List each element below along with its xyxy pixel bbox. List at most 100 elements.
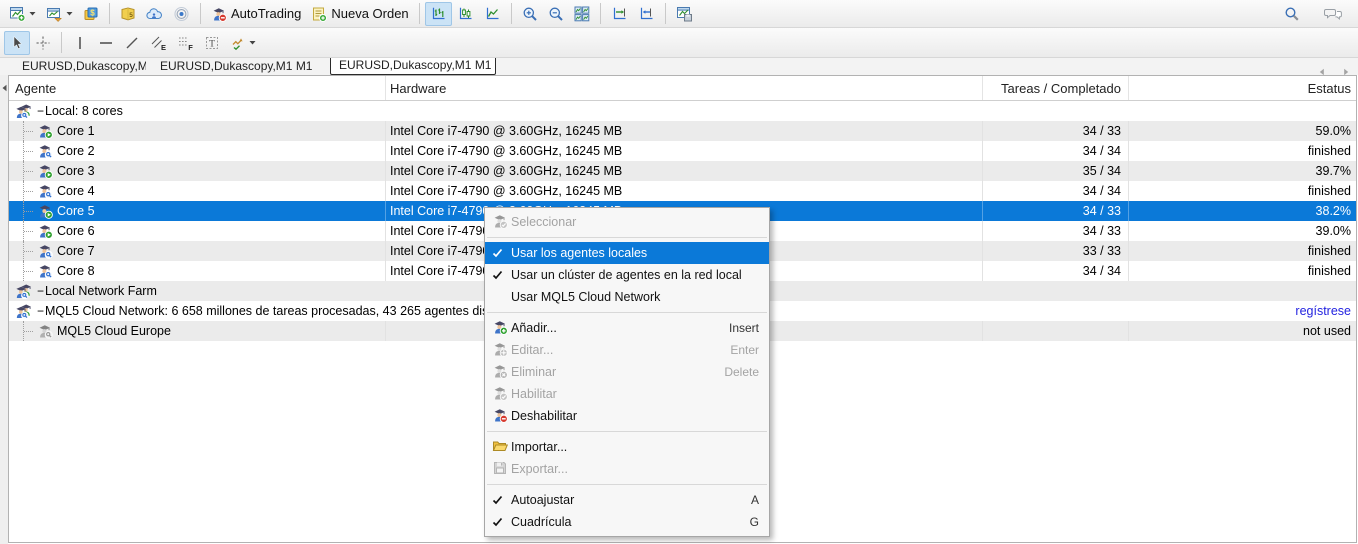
agent-row[interactable]: Core 2Intel Core i7-4790 @ 3.60GHz, 1624…: [9, 141, 1356, 161]
signals-button[interactable]: [168, 2, 195, 26]
tasks-text: 34 / 33: [1083, 224, 1121, 238]
agent-ready-icon: [37, 243, 53, 259]
chart-shift-button[interactable]: [633, 2, 660, 26]
agent-delete-icon: [492, 363, 508, 382]
tab-scroll-right-button[interactable]: [1342, 63, 1350, 75]
agent-row[interactable]: Core 1Intel Core i7-4790 @ 3.60GHz, 1624…: [9, 121, 1356, 141]
new-chart-button[interactable]: [4, 2, 41, 26]
tab-nav: [1302, 63, 1350, 75]
menu-item-label: Cuadrícula: [511, 515, 738, 529]
group-label: Local Network Farm: [45, 284, 157, 298]
status-text: 38.2%: [1316, 204, 1351, 218]
column-header[interactable]: Agente: [9, 76, 386, 100]
chart-candles-button[interactable]: [452, 2, 479, 26]
mql5-community-button[interactable]: 5: [115, 2, 141, 26]
menu-item-label: Usar un clúster de agentes en la red loc…: [511, 268, 759, 282]
tab-scroll-left-button[interactable]: [1318, 63, 1326, 75]
fibonacci-button[interactable]: F: [172, 31, 199, 55]
vertical-line-button[interactable]: [67, 31, 93, 55]
panel-collapse-button[interactable]: [1, 79, 8, 97]
collapse-indicator[interactable]: −: [37, 284, 44, 298]
agent-label: Core 3: [57, 164, 95, 178]
status-cell: finished: [1129, 261, 1356, 281]
chart-tab[interactable]: EURUSD,Dukascopy,M1 M1: [152, 58, 324, 75]
hardware-cell: Intel Core i7-4790 @ 3.60GHz, 16245 MB: [386, 161, 983, 181]
toolbar-right: [1265, 2, 1358, 26]
hardware-cell: Intel Core i7-4790 @ 3.60GHz, 16245 MB: [386, 141, 983, 161]
menu-item-label: Deshabilitar: [511, 409, 759, 423]
chart-shift-icon: [638, 6, 655, 22]
menu-item-usar-los-agentes-locales[interactable]: Usar los agentes locales: [485, 242, 769, 264]
register-link[interactable]: regístrese: [1295, 304, 1351, 318]
search-button[interactable]: [1279, 2, 1305, 26]
tasks-text: 34 / 33: [1083, 204, 1121, 218]
zoom-out-button[interactable]: [543, 2, 569, 26]
agent-disabled-icon: [37, 323, 53, 339]
cursor-icon: [9, 35, 25, 51]
profiles-button[interactable]: [41, 2, 78, 26]
chart-tab[interactable]: EURUSD,Dukascopy,M1 M1: [14, 58, 146, 75]
tree-line: [23, 121, 35, 141]
chart-tab[interactable]: EURUSD,Dukascopy,M1 M1: [330, 58, 496, 75]
tasks-text: 35 / 34: [1083, 164, 1121, 178]
agent-row[interactable]: Core 3 Intel Core i7-4790 @ 3.60GHz, 1624…: [9, 161, 1356, 181]
menu-item-usar-mql5-cloud-network[interactable]: Usar MQL5 Cloud Network: [485, 286, 769, 308]
floppy-icon: [492, 460, 508, 479]
agent-select-icon: [492, 213, 508, 232]
chart-line-button[interactable]: [479, 2, 506, 26]
chat-button[interactable]: [1319, 2, 1348, 26]
hardware-text: Intel Core i7-4790 @ 3.60GHz, 16245 MB: [390, 144, 622, 158]
menu-item-cuadricula[interactable]: Cuadrícula G: [485, 511, 769, 533]
tile-windows-icon: [574, 6, 590, 22]
autotrading-button[interactable]: AutoTrading: [206, 2, 306, 26]
menu-item-anadir[interactable]: Añadir...Insert: [485, 317, 769, 339]
status-cell: finished: [1129, 141, 1356, 161]
agent-row[interactable]: Core 4Intel Core i7-4790 @ 3.60GHz, 1624…: [9, 181, 1356, 201]
menu-item-autoajustar[interactable]: AutoajustarA: [485, 489, 769, 511]
tasks-cell: 34 / 34: [983, 141, 1129, 161]
status-text: 39.0%: [1316, 224, 1351, 238]
zoom-in-button[interactable]: [517, 2, 543, 26]
chart-tab-label: EURUSD,Dukascopy,M1 M1: [22, 59, 146, 73]
new-order-button[interactable]: Nueva Orden: [306, 2, 413, 26]
chart-bars-button[interactable]: [425, 2, 452, 26]
menu-shortcut: G: [750, 515, 759, 529]
menu-item-label: Seleccionar: [511, 215, 759, 229]
tree-line: [23, 181, 35, 201]
collapse-indicator[interactable]: −: [37, 104, 44, 118]
chart-line-icon: [484, 6, 501, 22]
trendline-button[interactable]: [119, 31, 145, 55]
menu-item-importar[interactable]: Importar...: [485, 436, 769, 458]
cursor-button[interactable]: [4, 31, 30, 55]
hardware-cell: Intel Core i7-4790 @ 3.60GHz, 16245 MB: [386, 181, 983, 201]
toolbar-main: $5 AutoTrading Nueva Orden: [0, 0, 1358, 28]
text-button[interactable]: T: [199, 31, 225, 55]
menu-item-usar-un-cluster-de-agentes-en-la-red-local[interactable]: Usar un clúster de agentes en la red loc…: [485, 264, 769, 286]
auto-scroll-button[interactable]: [606, 2, 633, 26]
menu-shortcut: A: [751, 493, 759, 507]
autotrading-label: AutoTrading: [231, 6, 301, 21]
menu-item-deshabilitar[interactable]: Deshabilitar: [485, 405, 769, 427]
tasks-cell: 34 / 33: [983, 121, 1129, 141]
arrows-button[interactable]: [225, 31, 261, 55]
tasks-text: 34 / 33: [1083, 124, 1121, 138]
channel-icon: E: [150, 35, 167, 51]
agent-cell: Core 1: [9, 121, 386, 141]
templates-button[interactable]: [671, 2, 698, 26]
status-text: 39.7%: [1316, 164, 1351, 178]
collapse-indicator[interactable]: −: [37, 304, 44, 318]
cloud-button[interactable]: [141, 2, 168, 26]
equidistant-channel-button[interactable]: E: [145, 31, 172, 55]
tasks-cell: 33 / 33: [983, 241, 1129, 261]
horizontal-line-button[interactable]: [93, 31, 119, 55]
tile-windows-button[interactable]: [569, 2, 595, 26]
signals-icon: [173, 6, 190, 22]
menu-item-label: Usar los agentes locales: [511, 246, 759, 260]
market-button[interactable]: $: [78, 2, 104, 26]
column-header[interactable]: Estatus: [1129, 76, 1356, 100]
group-row[interactable]: −Local: 8 cores: [9, 101, 1356, 121]
menu-item-seleccionar: Seleccionar: [485, 211, 769, 233]
column-header[interactable]: Tareas / Completado: [983, 76, 1129, 100]
crosshair-button[interactable]: [30, 31, 56, 55]
column-header[interactable]: Hardware: [386, 76, 983, 100]
